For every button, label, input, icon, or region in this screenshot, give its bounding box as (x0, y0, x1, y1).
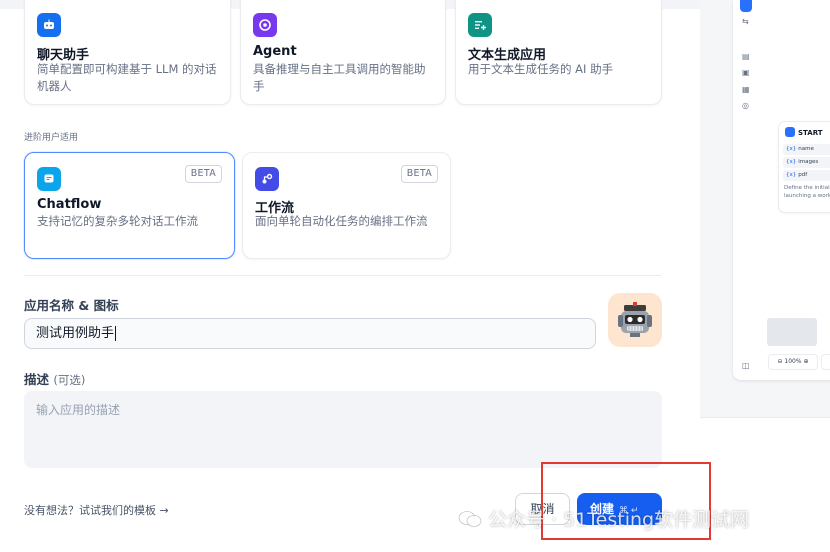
app-type-card-chatflow[interactable]: BETA Chatflow 支持记忆的复杂多轮对话工作流 (24, 152, 235, 259)
variable-name: images (798, 159, 819, 165)
app-type-desc: 面向单轮自动化任务的编排工作流 (255, 214, 428, 228)
app-icon-picker[interactable] (608, 293, 662, 347)
variable-icon: {x} (786, 159, 797, 165)
variable-name: name (798, 146, 814, 152)
app-type-desc: 支持记忆的复杂多轮对话工作流 (37, 214, 198, 228)
beta-badge: BETA (184, 165, 222, 183)
app-type-card-agent[interactable]: Agent 具备推理与自主工具调用的智能助手 (240, 0, 446, 105)
swap-icon: ⇆ (742, 17, 749, 26)
description-label-text: 描述 (24, 372, 50, 387)
variable-item: {x} images (783, 157, 830, 168)
template-link[interactable]: 没有想法？试试我们的模板 → (24, 502, 169, 518)
zoom-level: 100% (784, 358, 802, 365)
description-label: 描述 (可选) (24, 369, 85, 388)
app-type-desc: 具备推理与自主工具调用的智能助手 (253, 62, 426, 93)
variable-item: {x} name (783, 144, 830, 155)
text-caret (115, 326, 117, 341)
app-type-card-workflow[interactable]: BETA 工作流 面向单轮自动化任务的编排工作流 (242, 152, 451, 259)
undo-control (821, 354, 830, 370)
preview-badge (740, 0, 752, 12)
app-type-desc: 简单配置即可构建基于 LLM 的对话机器人 (37, 62, 217, 93)
sidebar-toggle-icon: ◫ (742, 361, 750, 370)
terminal-icon: ▣ (742, 68, 750, 77)
panel-icon: ▤ (742, 52, 750, 61)
description-textarea[interactable]: 输入应用的描述 (24, 391, 662, 468)
divider (24, 275, 661, 276)
workflow-icon (255, 167, 279, 191)
minimap (767, 318, 817, 346)
start-node: START {x} name {x} images {x} pdf Define th… (778, 121, 830, 213)
robot-emoji-icon (618, 302, 652, 337)
advanced-section-label: 进阶用户适用 (24, 133, 79, 143)
variable-icon: {x} (786, 146, 797, 152)
app-type-title: Chatflow (37, 197, 102, 212)
variable-name: pdf (798, 172, 808, 178)
start-node-title: START (798, 129, 823, 137)
app-type-card-chatbot[interactable]: 聊天助手 简单配置即可构建基于 LLM 的对话机器人 (24, 0, 231, 105)
app-type-card-text-generation[interactable]: 文本生成应用 用于文本生成任务的 AI 助手 (455, 0, 662, 105)
app-name-value: 测试用例助手 (36, 326, 115, 341)
create-app-dialog: 聊天助手 简单配置即可构建基于 LLM 的对话机器人 Agent 具备推理与自主… (0, 0, 830, 552)
start-node-header: START (785, 127, 823, 137)
watermark-text: 公众号 · 51Testing软件测试网 (488, 509, 750, 531)
watermark: 公众号 · 51Testing软件测试网 (458, 505, 749, 532)
text-generation-icon (468, 13, 492, 37)
app-type-title: Agent (253, 44, 297, 59)
home-icon (785, 127, 795, 137)
beta-badge: BETA (400, 165, 438, 183)
settings-icon: ◎ (742, 101, 749, 110)
variable-icon: {x} (786, 172, 797, 178)
zoom-control: ⊖ 100% ⊕ (768, 354, 818, 370)
optional-hint: (可选) (53, 373, 86, 387)
app-type-desc: 用于文本生成任务的 AI 助手 (468, 62, 614, 76)
app-name-input[interactable]: 测试用例助手 (24, 318, 596, 349)
chatflow-icon (37, 167, 61, 191)
app-name-label: 应用名称 & 图标 (24, 298, 119, 313)
document-icon: ▦ (742, 85, 750, 94)
variable-item: {x} pdf (783, 170, 830, 181)
wechat-icon (458, 511, 482, 527)
chat-bot-icon (37, 13, 61, 37)
agent-icon (253, 13, 277, 37)
start-node-note: Define the initial launching a work (784, 185, 830, 199)
description-placeholder: 输入应用的描述 (36, 403, 121, 417)
